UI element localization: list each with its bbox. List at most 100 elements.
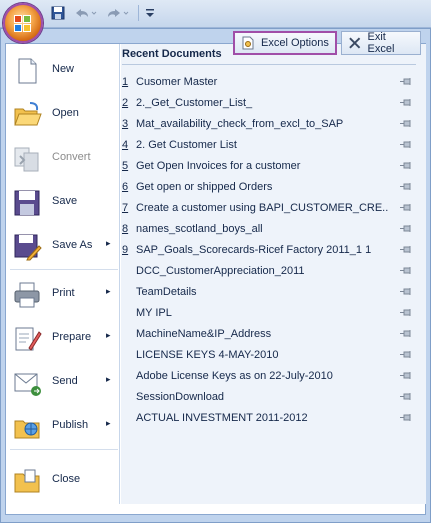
pin-icon[interactable] <box>400 224 412 234</box>
exit-excel-button[interactable]: Exit Excel <box>341 31 421 55</box>
recent-document-name: Get Open Invoices for a customer <box>136 160 301 172</box>
close-folder-icon <box>14 469 40 493</box>
recent-document-item[interactable]: LICENSE KEYS 4-MAY-2010 <box>122 345 416 365</box>
chevron-right-icon: ▸ <box>106 330 111 340</box>
open-label: Open <box>52 107 79 119</box>
open-command[interactable]: Open <box>6 92 120 136</box>
recent-document-item[interactable]: 4 2. Get Customer List <box>122 135 416 155</box>
recent-document-name: ACTUAL INVESTMENT 2011-2012 <box>136 412 308 424</box>
recent-document-name: names_scotland_boys_all <box>136 223 263 235</box>
save-as-command[interactable]: Save As ▸ <box>6 224 120 268</box>
pin-icon[interactable] <box>400 287 412 297</box>
close-icon <box>349 37 361 49</box>
pin-icon[interactable] <box>400 119 412 129</box>
recent-document-number: 5 <box>122 160 129 172</box>
recent-document-number: 8 <box>122 223 129 235</box>
recent-document-item[interactable]: 6 Get open or shipped Orders <box>122 177 416 197</box>
recent-document-number: 1 <box>122 76 129 88</box>
pin-icon[interactable] <box>400 140 412 150</box>
office-button[interactable] <box>3 3 43 43</box>
prepare-command[interactable]: Prepare ▸ <box>6 316 120 360</box>
pin-icon[interactable] <box>400 266 412 276</box>
recent-document-number: 2 <box>122 97 129 109</box>
recent-document-item[interactable]: 2 2._Get_Customer_List_ <box>122 93 416 113</box>
recent-document-item[interactable]: DCC_CustomerAppreciation_2011 <box>122 261 416 281</box>
recent-document-number: 7 <box>122 202 129 214</box>
redo-icon[interactable] <box>104 5 130 21</box>
pin-icon[interactable] <box>400 392 412 402</box>
prepare-icon <box>15 327 42 351</box>
recent-document-item[interactable]: 9 SAP_Goals_Scorecards-Ricef Factory 2011… <box>122 240 416 260</box>
office-logo-icon <box>14 15 32 32</box>
send-label: Send <box>52 375 78 387</box>
pin-icon[interactable] <box>400 245 412 255</box>
recent-document-item[interactable]: 5 Get Open Invoices for a customer <box>122 156 416 176</box>
recent-documents-divider <box>122 64 416 65</box>
new-command[interactable]: New <box>6 48 120 92</box>
print-command[interactable]: Print ▸ <box>6 272 120 316</box>
recent-document-name: SAP_Goals_Scorecards-Ricef Factory 2011_… <box>136 244 372 256</box>
convert-command: Convert <box>6 136 120 180</box>
chevron-right-icon: ▸ <box>106 374 111 384</box>
exit-excel-label: Exit Excel <box>367 31 395 55</box>
close-command[interactable]: Close <box>6 458 120 502</box>
recent-document-item[interactable]: 1 Cusomer Master <box>122 72 416 92</box>
pin-icon[interactable] <box>400 77 412 87</box>
recent-document-number: 6 <box>122 181 129 193</box>
pin-icon[interactable] <box>400 371 412 381</box>
save-label: Save <box>52 195 78 207</box>
recent-document-number: 3 <box>122 118 129 130</box>
save-disk-icon <box>14 190 40 216</box>
excel-options-label: Excel Options <box>261 37 329 49</box>
new-label: New <box>52 63 75 75</box>
pin-icon[interactable] <box>400 182 412 192</box>
recent-document-item[interactable]: 8 names_scotland_boys_all <box>122 219 416 239</box>
recent-document-name: Mat_availability_check_from_excl_to_SAP <box>136 118 344 130</box>
toolbar-separator <box>138 5 139 21</box>
recent-document-item[interactable]: MachineName&IP_Address <box>122 324 416 344</box>
chevron-right-icon: ▸ <box>106 238 111 248</box>
recent-document-name: SessionDownload <box>136 391 225 403</box>
prepare-label: Prepare <box>52 331 92 343</box>
pin-icon[interactable] <box>400 98 412 108</box>
customize-toolbar-icon[interactable] <box>143 5 157 21</box>
convert-label: Convert <box>52 151 91 163</box>
recent-document-item[interactable]: Adobe License Keys as on 22-July-2010 <box>122 366 416 386</box>
print-label: Print <box>52 287 75 299</box>
recent-document-name: MY IPL <box>136 307 172 319</box>
pin-icon[interactable] <box>400 413 412 423</box>
publish-label: Publish <box>52 419 89 431</box>
undo-icon[interactable] <box>72 5 98 21</box>
recent-document-item[interactable]: TeamDetails <box>122 282 416 302</box>
quick-access-toolbar <box>0 0 431 28</box>
recent-document-name: MachineName&IP_Address <box>136 328 272 340</box>
recent-document-number: 4 <box>122 139 129 151</box>
pin-icon[interactable] <box>400 350 412 360</box>
pin-icon[interactable] <box>400 308 412 318</box>
pin-icon[interactable] <box>400 203 412 213</box>
save-as-label: Save As <box>52 239 93 251</box>
recent-document-item[interactable]: ACTUAL INVESTMENT 2011-2012 <box>122 408 416 428</box>
recent-document-name: DCC_CustomerAppreciation_2011 <box>136 265 305 277</box>
recent-document-item[interactable]: SessionDownload <box>122 387 416 407</box>
recent-document-name: 2. Get Customer List <box>136 139 237 151</box>
recent-document-item[interactable]: 7 Create a customer using BAPI_CUSTOMER_C… <box>122 198 416 218</box>
save-command[interactable]: Save <box>6 180 120 224</box>
save-as-icon <box>14 234 42 261</box>
recent-document-name: LICENSE KEYS 4-MAY-2010 <box>136 349 279 361</box>
publish-command[interactable]: Publish ▸ <box>6 404 120 448</box>
recent-document-name: Create a customer using BAPI_CUSTOMER_CR… <box>136 202 388 214</box>
new-document-icon <box>18 58 37 84</box>
recent-document-item[interactable]: MY IPL <box>122 303 416 323</box>
pin-icon[interactable] <box>400 161 412 171</box>
excel-options-button[interactable]: Excel Options <box>233 31 337 55</box>
pin-icon[interactable] <box>400 329 412 339</box>
save-icon[interactable] <box>50 5 66 21</box>
recent-document-name: Get open or shipped Orders <box>136 181 273 193</box>
send-command[interactable]: Send ▸ <box>6 360 120 404</box>
recent-documents-title: Recent Documents <box>122 48 222 60</box>
command-separator <box>10 449 118 450</box>
recent-document-number: 9 <box>122 244 129 256</box>
recent-document-item[interactable]: 3 Mat_availability_check_from_excl_to_SAP <box>122 114 416 134</box>
printer-icon <box>14 282 40 308</box>
